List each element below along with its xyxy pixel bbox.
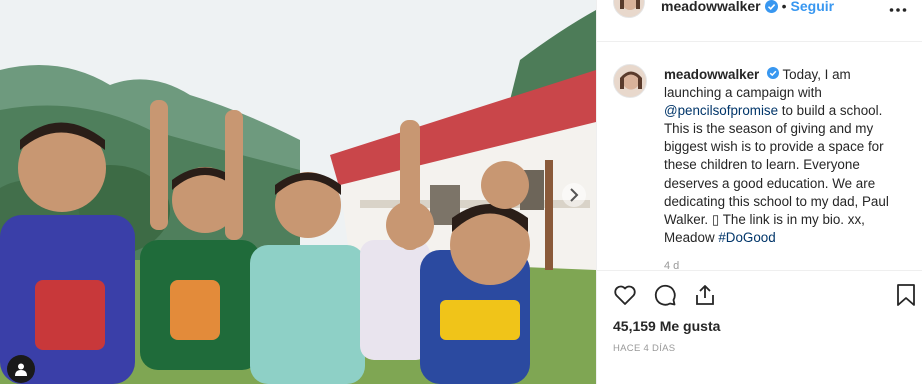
more-icon [889,8,907,12]
post-header: meadowwalker • Seguir [597,0,922,42]
separator: • [781,0,787,14]
chevron-right-icon [570,188,579,202]
heart-icon [614,285,636,305]
user-tag-icon [15,363,27,376]
comment-button[interactable] [653,283,677,307]
post-panel: meadowwalker • Seguir meadowwalker Today… [596,0,922,384]
caption-avatar[interactable] [613,64,647,98]
verified-badge-icon [767,67,779,79]
save-button[interactable] [895,283,917,307]
comments-section[interactable]: meadowwalker Today, I am launching a cam… [597,42,922,270]
post-image[interactable] [0,0,596,384]
header-user: meadowwalker • Seguir [661,0,834,14]
post-photo [0,0,596,384]
avatar[interactable] [613,0,645,18]
post-timestamp[interactable]: HACE 4 DÍAS [613,343,675,354]
next-image-button[interactable] [562,183,586,207]
follow-button[interactable]: Seguir [791,0,835,14]
caption-text: meadowwalker Today, I am launching a cam… [664,66,904,247]
share-button[interactable] [693,283,717,307]
action-icons [613,283,717,307]
caption-username[interactable]: meadowwalker [664,67,759,82]
bookmark-icon [897,284,915,306]
share-icon [696,285,714,305]
user-tag-button[interactable] [7,355,35,383]
actions-section: 45,159 Me gusta HACE 4 DÍAS [597,270,922,384]
hashtag-link[interactable]: #DoGood [718,230,775,245]
avatar-image [614,65,646,97]
mention-link[interactable]: @pencilsofpromise [664,103,778,118]
avatar-image [614,0,644,17]
like-button[interactable] [613,283,637,307]
more-options-button[interactable] [889,0,907,18]
likes-count[interactable]: 45,159 Me gusta [613,318,720,334]
caption-text-part: to build a school. This is the season of… [664,103,889,227]
caption-time[interactable]: 4 d [664,260,679,270]
author-username[interactable]: meadowwalker [661,0,761,14]
verified-badge-icon [764,0,778,13]
comment-icon [654,284,676,306]
